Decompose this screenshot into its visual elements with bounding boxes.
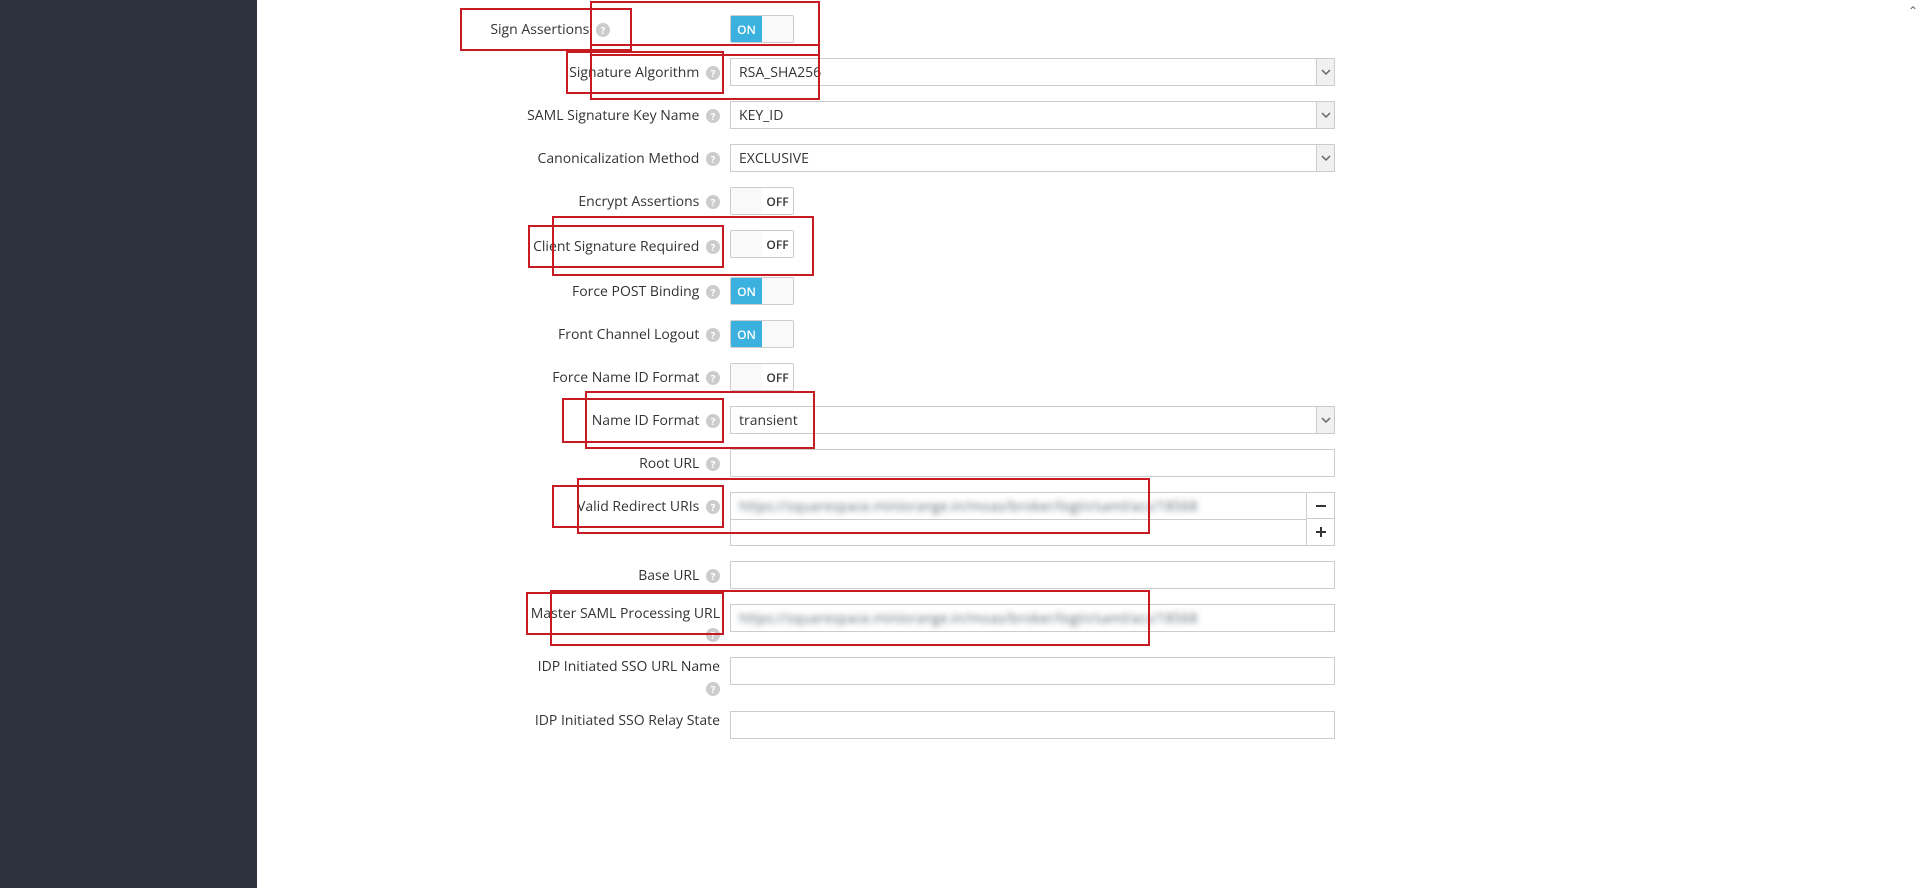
toggle-force-name-id-format[interactable]: OFF bbox=[730, 363, 794, 391]
input-valid-redirect-uri-0[interactable]: https://squarespace.miniorange.in/moas/b… bbox=[730, 492, 1307, 520]
label-saml-signature-key-name: SAML Signature Key Name bbox=[527, 106, 699, 125]
row-signature-algorithm: Signature Algorithm ? RSA_SHA256 bbox=[277, 58, 1377, 86]
toggle-off-label bbox=[762, 321, 793, 347]
row-name-id-format: Name ID Format ? transient bbox=[277, 406, 1377, 434]
label-client-signature-required: Client Signature Required bbox=[533, 237, 699, 256]
label-encrypt-assertions: Encrypt Assertions bbox=[578, 192, 699, 211]
toggle-off-label bbox=[762, 278, 793, 304]
help-icon[interactable]: ? bbox=[706, 240, 720, 254]
row-valid-redirect-uris-add bbox=[277, 518, 1377, 546]
input-master-saml-processing-url[interactable]: https://squarespace.miniorange.in/moas/b… bbox=[730, 604, 1335, 632]
help-icon[interactable]: ? bbox=[706, 66, 720, 80]
toggle-off-label: OFF bbox=[762, 364, 793, 390]
sidebar bbox=[0, 0, 257, 888]
add-uri-button[interactable] bbox=[1307, 518, 1335, 546]
help-icon[interactable]: ? bbox=[706, 195, 720, 209]
toggle-front-channel-logout[interactable]: ON bbox=[730, 320, 794, 348]
label-force-post-binding: Force POST Binding bbox=[572, 282, 699, 301]
label-signature-algorithm: Signature Algorithm bbox=[569, 63, 699, 82]
help-icon[interactable]: ? bbox=[706, 500, 720, 514]
settings-form: Sign Assertions ? ON Signature Algorit bbox=[277, 15, 1377, 739]
minus-icon bbox=[1315, 500, 1327, 512]
label-canonicalization-method: Canonicalization Method bbox=[538, 149, 700, 168]
chevron-down-icon bbox=[1316, 407, 1334, 433]
scroll-up-indicator[interactable]: ⌃ bbox=[1908, 2, 1918, 19]
input-idp-initiated-sso-relay-state[interactable] bbox=[730, 711, 1335, 739]
select-value: KEY_ID bbox=[739, 106, 783, 125]
chevron-down-icon bbox=[1316, 59, 1334, 85]
help-icon[interactable]: ? bbox=[706, 109, 720, 123]
select-value: transient bbox=[739, 411, 798, 430]
row-client-signature-required: Client Signature Required ? OFF bbox=[277, 230, 1377, 262]
label-sign-assertions: Sign Assertions bbox=[490, 20, 589, 39]
help-icon[interactable]: ? bbox=[706, 682, 720, 696]
main-content: ⌃ Sign Assertions ? ON bbox=[257, 0, 1920, 888]
row-encrypt-assertions: Encrypt Assertions ? OFF bbox=[277, 187, 1377, 215]
help-icon[interactable]: ? bbox=[706, 328, 720, 342]
label-master-saml-processing-url: Master SAML Processing URL bbox=[531, 604, 720, 623]
input-idp-initiated-sso-url-name[interactable] bbox=[730, 657, 1335, 685]
row-valid-redirect-uris: Valid Redirect URIs ? https://squarespac… bbox=[277, 492, 1377, 520]
select-saml-signature-key-name[interactable]: KEY_ID bbox=[730, 101, 1335, 129]
toggle-encrypt-assertions[interactable]: OFF bbox=[730, 187, 794, 215]
toggle-on-label: ON bbox=[731, 321, 762, 347]
help-icon[interactable]: ? bbox=[706, 285, 720, 299]
toggle-on-label bbox=[731, 364, 762, 390]
help-icon[interactable]: ? bbox=[706, 371, 720, 385]
row-front-channel-logout: Front Channel Logout ? ON bbox=[277, 320, 1377, 348]
row-root-url: Root URL ? bbox=[277, 449, 1377, 477]
select-canonicalization-method[interactable]: EXCLUSIVE bbox=[730, 144, 1335, 172]
label-base-url: Base URL bbox=[638, 566, 699, 585]
help-icon[interactable]: ? bbox=[706, 457, 720, 471]
select-name-id-format[interactable]: transient bbox=[730, 406, 1335, 434]
chevron-down-icon bbox=[1316, 145, 1334, 171]
help-icon[interactable]: ? bbox=[706, 414, 720, 428]
row-canonicalization-method: Canonicalization Method ? EXCLUSIVE bbox=[277, 144, 1377, 172]
select-value: RSA_SHA256 bbox=[739, 63, 821, 82]
row-sign-assertions: Sign Assertions ? ON bbox=[277, 15, 1377, 43]
label-idp-initiated-sso-relay-state: IDP Initiated SSO Relay State bbox=[535, 711, 720, 730]
label-valid-redirect-uris: Valid Redirect URIs bbox=[577, 497, 699, 516]
row-base-url: Base URL ? bbox=[277, 561, 1377, 589]
help-icon[interactable]: ? bbox=[706, 152, 720, 166]
input-valid-redirect-uri-new[interactable] bbox=[730, 518, 1307, 546]
row-force-name-id-format: Force Name ID Format ? OFF bbox=[277, 363, 1377, 391]
select-value: EXCLUSIVE bbox=[739, 149, 809, 168]
label-idp-initiated-sso-url-name: IDP Initiated SSO URL Name bbox=[538, 657, 720, 676]
toggle-on-label bbox=[731, 231, 762, 257]
help-icon[interactable]: ? bbox=[706, 569, 720, 583]
row-master-saml-processing-url: Master SAML Processing URL ? https://squ… bbox=[277, 604, 1377, 642]
chevron-down-icon bbox=[1316, 102, 1334, 128]
toggle-off-label: OFF bbox=[762, 231, 793, 257]
toggle-force-post-binding[interactable]: ON bbox=[730, 277, 794, 305]
input-root-url[interactable] bbox=[730, 449, 1335, 477]
toggle-on-label bbox=[731, 188, 762, 214]
select-signature-algorithm[interactable]: RSA_SHA256 bbox=[730, 58, 1335, 86]
remove-uri-button[interactable] bbox=[1307, 492, 1335, 520]
input-base-url[interactable] bbox=[730, 561, 1335, 589]
label-force-name-id-format: Force Name ID Format bbox=[552, 368, 699, 387]
label-name-id-format: Name ID Format bbox=[592, 411, 700, 430]
toggle-on-label: ON bbox=[731, 278, 762, 304]
plus-icon bbox=[1315, 526, 1327, 538]
toggle-off-label: OFF bbox=[762, 188, 793, 214]
toggle-client-signature-required[interactable]: OFF bbox=[730, 230, 794, 258]
row-idp-initiated-sso-relay-state: IDP Initiated SSO Relay State bbox=[277, 711, 1377, 739]
help-icon[interactable]: ? bbox=[706, 628, 720, 642]
row-saml-signature-key-name: SAML Signature Key Name ? KEY_ID bbox=[277, 101, 1377, 129]
row-idp-initiated-sso-url-name: IDP Initiated SSO URL Name ? bbox=[277, 657, 1377, 695]
label-front-channel-logout: Front Channel Logout bbox=[558, 325, 699, 344]
label-root-url: Root URL bbox=[639, 454, 699, 473]
row-force-post-binding: Force POST Binding ? ON bbox=[277, 277, 1377, 305]
